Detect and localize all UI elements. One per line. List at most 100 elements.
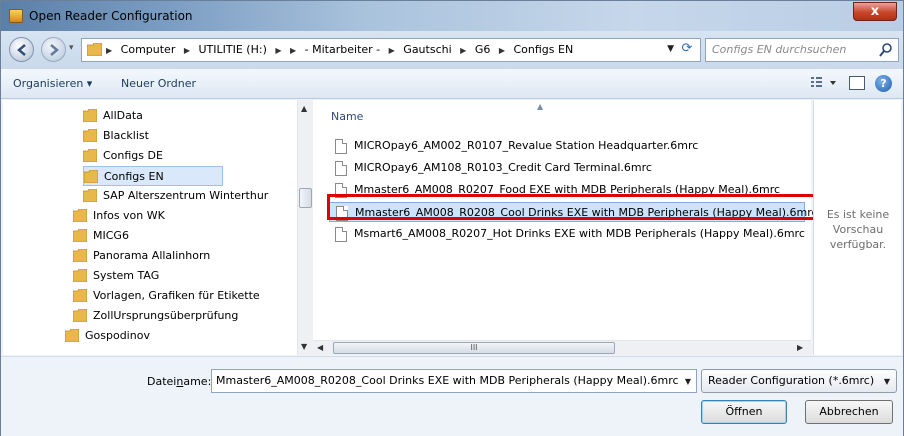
nav-scrollbar[interactable]: ▲ ▼ (297, 100, 313, 355)
address-row: ▾ ▶ Computer ▶ UTILITIE (H:) ▶ ▶ - Mitar… (1, 31, 903, 69)
scroll-left-icon[interactable]: ◀ (317, 343, 323, 352)
file-scroll-thumb[interactable]: III (333, 342, 615, 354)
folder-icon (84, 170, 98, 183)
file-icon (335, 227, 347, 242)
sort-ascending-icon: ▲ (537, 102, 544, 111)
preview-line: Es ist keine (826, 208, 890, 221)
file-row[interactable]: Msmart6_AM008_R0207_Hot Drinks EXE with … (329, 224, 805, 244)
nav-item[interactable]: MICG6 (73, 226, 293, 246)
folder-icon (73, 269, 87, 282)
scroll-down-icon[interactable]: ▼ (301, 342, 307, 351)
folder-icon (73, 309, 87, 322)
arrow-right-icon (50, 44, 59, 56)
nav-scroll-thumb[interactable] (299, 188, 312, 208)
file-row[interactable]: MICROpay6_AM108_R0103_Credit Card Termin… (329, 158, 805, 178)
forward-button[interactable] (41, 37, 66, 62)
close-button[interactable]: x (853, 2, 897, 21)
navigation-pane: AllData Blacklist Configs DE Configs EN SAP … (3, 100, 313, 355)
breadcrumb-item[interactable]: Configs EN (514, 43, 574, 56)
file-row[interactable]: MICROpay6_AM002_R0107_Revalue Station He… (329, 136, 805, 156)
open-button[interactable]: Öffnen (701, 400, 787, 424)
filename-input[interactable]: Mmaster6_AM008_R0208_Cool Drinks EXE wit… (211, 369, 697, 393)
nav-item[interactable]: Panorama Allalinhorn (73, 246, 293, 266)
nav-item[interactable]: Configs DE (83, 146, 303, 166)
breadcrumb-item[interactable]: G6 (475, 43, 491, 56)
search-placeholder: Configs EN durchsuchen (712, 43, 847, 56)
nav-item-label: Panorama Allalinhorn (93, 249, 211, 262)
chevron-right-icon: ▶ (275, 46, 282, 55)
breadcrumb-item[interactable]: UTILITIE (H:) (199, 43, 267, 56)
refresh-icon[interactable]: ⟳ (678, 41, 696, 59)
folder-icon (73, 289, 87, 302)
nav-item[interactable]: SAP Alterszentrum Winterthur (83, 186, 303, 206)
chevron-right-icon: ▶ (290, 46, 297, 55)
folder-icon (73, 209, 87, 222)
search-icon[interactable] (878, 42, 894, 58)
preview-pane-icon[interactable] (849, 76, 865, 90)
filename-label-part: ame: (183, 375, 212, 388)
cancel-button[interactable]: Abbrechen (805, 400, 893, 424)
breadcrumb-item[interactable]: Computer (121, 43, 176, 56)
file-type-select[interactable]: Reader Configuration (*.6mrc) ▼ (701, 369, 897, 393)
nav-item[interactable]: AllData (83, 106, 303, 126)
folder-icon (73, 249, 87, 262)
history-dropdown-icon[interactable]: ▾ (69, 43, 74, 53)
breadcrumb: ▶ Computer ▶ UTILITIE (H:) ▶ ▶ - Mitarbe… (106, 39, 578, 61)
file-name: MICROpay6_AM002_R0107_Revalue Station He… (354, 139, 699, 152)
nav-item-label: System TAG (93, 269, 160, 282)
chevron-down-icon[interactable]: ▼ (884, 377, 890, 386)
nav-item-label: SAP Alterszentrum Winterthur (103, 189, 269, 202)
address-dropdown-icon[interactable]: ▼ (667, 44, 674, 54)
nav-item[interactable]: Vorlagen, Grafiken für Etikette (73, 286, 293, 306)
chevron-down-icon[interactable]: ▼ (685, 377, 691, 386)
nav-item-label: ZollUrsprungsüberprüfung (93, 309, 239, 322)
column-header-name[interactable]: Name (331, 110, 363, 123)
dialog-footer: Dateiname: Mmaster6_AM008_R0208_Cool Dri… (1, 356, 903, 436)
new-folder-button[interactable]: Neuer Ordner (121, 77, 196, 90)
nav-item[interactable]: Blacklist (83, 126, 303, 146)
filename-label-part: Datei (147, 375, 177, 388)
chevron-right-icon: ▶ (183, 46, 190, 55)
scroll-up-icon[interactable]: ▲ (301, 104, 307, 113)
nav-item-label: MICG6 (93, 229, 129, 242)
chevron-right-icon: ▶ (388, 46, 395, 55)
chevron-right-icon: ▶ (106, 46, 113, 55)
help-icon[interactable]: ? (875, 75, 892, 92)
organize-button[interactable]: Organisieren ▾ (13, 77, 92, 90)
nav-item-label: Gospodinov (85, 329, 150, 342)
folder-icon (83, 129, 97, 142)
nav-item-label: Configs EN (104, 170, 164, 183)
folder-icon (83, 109, 97, 122)
folder-icon (65, 329, 79, 342)
address-bar[interactable]: ▶ Computer ▶ UTILITIE (H:) ▶ ▶ - Mitarbe… (81, 38, 701, 62)
filename-label: Dateiname: (147, 375, 211, 388)
nav-item-label: AllData (103, 109, 143, 122)
nav-item[interactable]: Configs EN (83, 166, 223, 186)
breadcrumb-item[interactable]: - Mitarbeiter - (305, 43, 380, 56)
scroll-right-icon[interactable]: ▶ (797, 343, 803, 352)
window-title: Open Reader Configuration (29, 9, 193, 23)
preview-line: Vorschau (832, 223, 884, 236)
nav-item[interactable]: ZollUrsprungsüberprüfung (73, 306, 293, 326)
app-icon (9, 9, 23, 23)
breadcrumb-item[interactable]: Gautschi (403, 43, 451, 56)
nav-item-label: Infos von WK (93, 209, 165, 222)
folder-icon (83, 149, 97, 162)
view-options-icon[interactable] (809, 75, 839, 91)
file-name: Msmart6_AM008_R0207_Hot Drinks EXE with … (354, 227, 805, 240)
file-icon (335, 139, 347, 154)
open-dialog: Open Reader Configuration x ▾ ▶ Computer… (0, 0, 904, 436)
nav-item[interactable]: System TAG (73, 266, 293, 286)
file-list-scrollbar[interactable]: ◀ III ▶ (313, 340, 811, 355)
back-button[interactable] (9, 37, 34, 62)
preview-pane: Es ist keine Vorschau verfügbar. (813, 100, 901, 355)
file-icon (335, 161, 347, 176)
filename-value: Mmaster6_AM008_R0208_Cool Drinks EXE wit… (216, 374, 679, 387)
title-bar: Open Reader Configuration x (1, 1, 903, 31)
search-input[interactable]: Configs EN durchsuchen (705, 38, 899, 62)
folder-icon (73, 229, 87, 242)
nav-item[interactable]: Infos von WK (73, 206, 293, 226)
nav-item[interactable]: Gospodinov (65, 326, 285, 346)
nav-item-label: Configs DE (103, 149, 163, 162)
command-toolbar: Organisieren ▾ Neuer Ordner ? (1, 69, 903, 99)
